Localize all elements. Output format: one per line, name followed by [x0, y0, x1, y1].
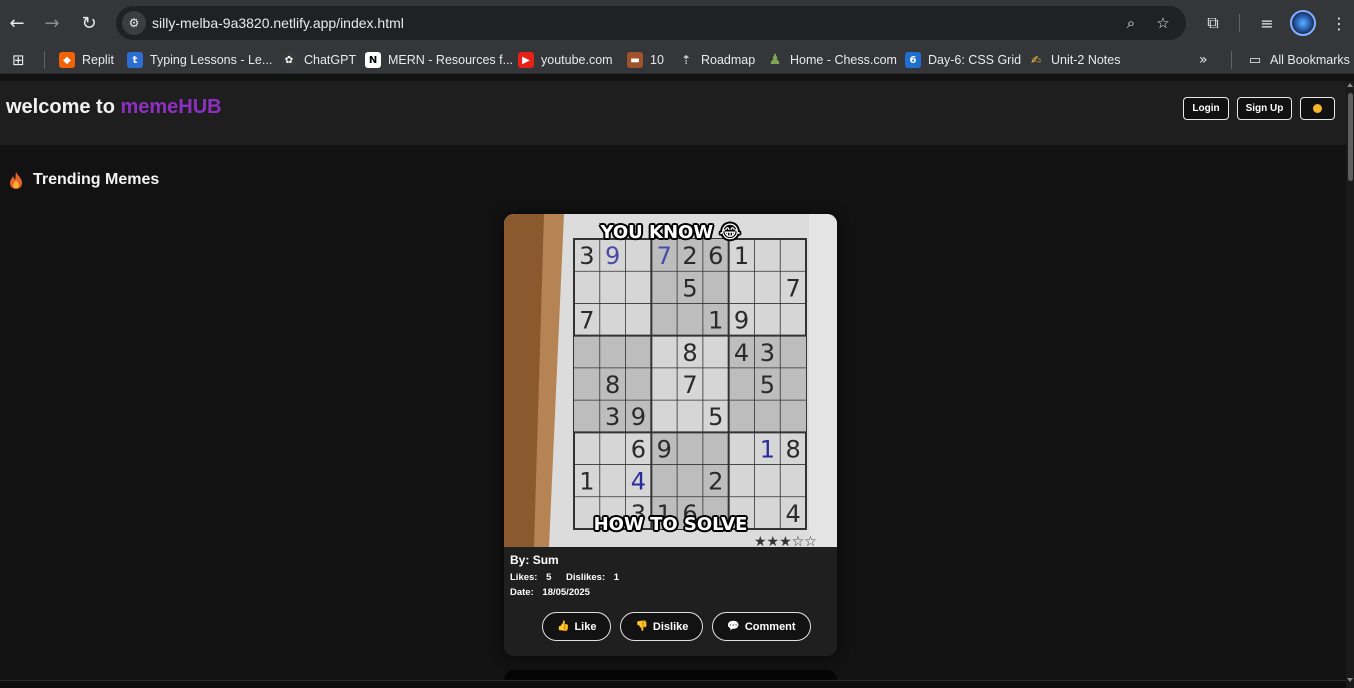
meme-stats: Likes: 5 Dislikes: 1: [510, 572, 620, 583]
svg-text:3: 3: [579, 242, 594, 270]
more-bookmarks-icon[interactable]: »: [1199, 51, 1208, 69]
theme-icon: [1313, 104, 1322, 113]
meme-actions: 👍 Like 👎 Dislike 💬 Comment: [542, 612, 811, 641]
day6-icon: 6: [905, 52, 921, 68]
menu-icon[interactable]: ⋮: [1326, 10, 1352, 36]
svg-text:9: 9: [657, 435, 672, 463]
svg-text:8: 8: [682, 339, 697, 367]
svg-text:8: 8: [605, 371, 620, 399]
apps-icon[interactable]: ⊞: [12, 51, 25, 69]
svg-text:2: 2: [682, 242, 697, 270]
svg-text:5: 5: [682, 274, 697, 302]
site-info-icon[interactable]: ⚙: [122, 11, 146, 35]
section-heading: Trending Memes: [9, 171, 159, 189]
meme-date: Date: 18/05/2025: [510, 587, 590, 598]
meme-author: By: Sum: [510, 553, 559, 567]
bookmark-youtube[interactable]: ▶ youtube.com: [518, 51, 613, 69]
bookmark-typing-lessons[interactable]: t Typing Lessons - Le...: [127, 51, 272, 69]
svg-text:5: 5: [760, 371, 775, 399]
svg-text:7: 7: [579, 307, 594, 335]
sudoku-photo: 3 9 7 2 6 15 77 1 98 4 38 7 53 9 56 9 1 81 4 23 1 6 4★★★☆☆: [504, 214, 837, 547]
svg-text:9: 9: [605, 242, 620, 270]
likes-count: 5: [546, 572, 552, 583]
page-viewport: welcome to memeHUB Login Sign Up Trendin…: [0, 81, 1346, 688]
meme-image[interactable]: 3 9 7 2 6 1 5 7 7 1 9 8 4 3 8 7 5 3 9 5 6 9 1 8 1 4 2 3 1 6 4 ★★★☆☆ YOU…: [504, 214, 837, 547]
page-scrollbar[interactable]: [1346, 81, 1354, 688]
fire-icon: [10, 171, 22, 189]
svg-text:3: 3: [760, 339, 775, 367]
url-text[interactable]: silly-melba-9a3820.netlify.app/index.htm…: [152, 15, 404, 31]
bookmarks-bar: ⊞ ◆ Replit t Typing Lessons - Le... ✿ Ch…: [0, 46, 1354, 74]
svg-text:2: 2: [708, 468, 723, 496]
chatgpt-icon: ✿: [281, 52, 297, 68]
bookmark-roadmap[interactable]: ⇡ Roadmap: [678, 51, 755, 69]
scrollbar-thumb[interactable]: [1348, 93, 1353, 181]
meme-meta: By: Sum Likes: 5 Dislikes: 1 Date: 18/05…: [510, 553, 631, 598]
dislike-button[interactable]: 👎 Dislike: [620, 612, 704, 641]
svg-text:7: 7: [785, 274, 800, 302]
bookmark-chess[interactable]: ♟ Home - Chess.com: [767, 51, 897, 69]
svg-text:8: 8: [785, 435, 800, 463]
taskbar-edge: [0, 680, 1346, 688]
bookmark-unit2[interactable]: ✍ Unit-2 Notes: [1028, 51, 1121, 69]
all-bookmarks[interactable]: ▭ All Bookmarks: [1247, 51, 1350, 69]
bookmark-day6[interactable]: 6 Day-6: CSS Grid: [905, 51, 1021, 69]
forward-icon[interactable]: →: [38, 9, 66, 37]
speech-bubble-icon: 💬: [727, 621, 740, 632]
briefcase-icon: ▬: [627, 52, 643, 68]
rocket-icon: ⇡: [680, 53, 692, 67]
dislikes-count: 1: [613, 572, 620, 583]
browser-toolbar: ← → ↻ ⚙ silly-melba-9a3820.netlify.app/i…: [0, 0, 1354, 46]
bookmark-mern[interactable]: N MERN - Resources f...: [365, 51, 513, 69]
zoom-icon[interactable]: ⌕: [1120, 12, 1142, 34]
svg-text:1: 1: [708, 307, 723, 335]
chess-icon: ♟: [768, 52, 782, 68]
login-button[interactable]: Login: [1183, 97, 1229, 120]
meme-caption-bottom: HOW TO SOLVE: [593, 514, 748, 535]
signup-button[interactable]: Sign Up: [1237, 97, 1292, 120]
media-controls-icon[interactable]: ≡: [1254, 10, 1280, 36]
svg-text:7: 7: [682, 371, 697, 399]
svg-text:1: 1: [579, 468, 594, 496]
svg-text:9: 9: [631, 403, 646, 431]
brand-title: welcome to memeHUB: [6, 96, 222, 118]
folder-icon: ▭: [1248, 52, 1262, 68]
bookmark-10[interactable]: ▬ 10: [627, 51, 664, 69]
theme-toggle-button[interactable]: [1300, 97, 1335, 120]
bookmark-star-icon[interactable]: ☆: [1152, 12, 1174, 34]
profile-avatar[interactable]: [1290, 10, 1316, 36]
bookmark-chatgpt[interactable]: ✿ ChatGPT: [281, 51, 356, 69]
svg-text:★★★☆☆: ★★★☆☆: [754, 534, 817, 547]
svg-text:1: 1: [734, 242, 749, 270]
address-bar[interactable]: ⚙ silly-melba-9a3820.netlify.app/index.h…: [116, 6, 1186, 40]
replit-icon: ◆: [59, 52, 75, 68]
back-icon[interactable]: ←: [3, 9, 31, 37]
svg-text:5: 5: [708, 403, 723, 431]
notion-icon: N: [365, 52, 381, 68]
svg-text:1: 1: [760, 435, 775, 463]
thumbs-down-icon: 👎: [635, 621, 648, 632]
svg-text:6: 6: [631, 435, 646, 463]
svg-text:3: 3: [605, 403, 620, 431]
svg-text:6: 6: [708, 242, 723, 270]
thumbs-up-icon: 👍: [557, 621, 570, 632]
svg-text:4: 4: [734, 339, 749, 367]
site-header: welcome to memeHUB Login Sign Up: [0, 81, 1346, 145]
reload-icon[interactable]: ↻: [75, 9, 103, 37]
svg-text:4: 4: [631, 468, 646, 496]
meme-caption-top: YOU KNOW 😂: [600, 222, 741, 243]
svg-text:7: 7: [657, 242, 672, 270]
typing-icon: t: [127, 52, 143, 68]
svg-text:9: 9: [734, 307, 749, 335]
extensions-icon[interactable]: ⧉: [1200, 10, 1226, 36]
like-button[interactable]: 👍 Like: [542, 612, 612, 641]
notes-icon: ✍: [1030, 53, 1042, 67]
meme-card: 3 9 7 2 6 1 5 7 7 1 9 8 4 3 8 7 5 3 9 5 6 9 1 8 1 4 2 3 1 6 4 ★★★☆☆ YOU…: [504, 214, 837, 656]
youtube-icon: ▶: [518, 52, 534, 68]
comment-button[interactable]: 💬 Comment: [712, 612, 811, 641]
bookmark-replit[interactable]: ◆ Replit: [59, 51, 114, 69]
